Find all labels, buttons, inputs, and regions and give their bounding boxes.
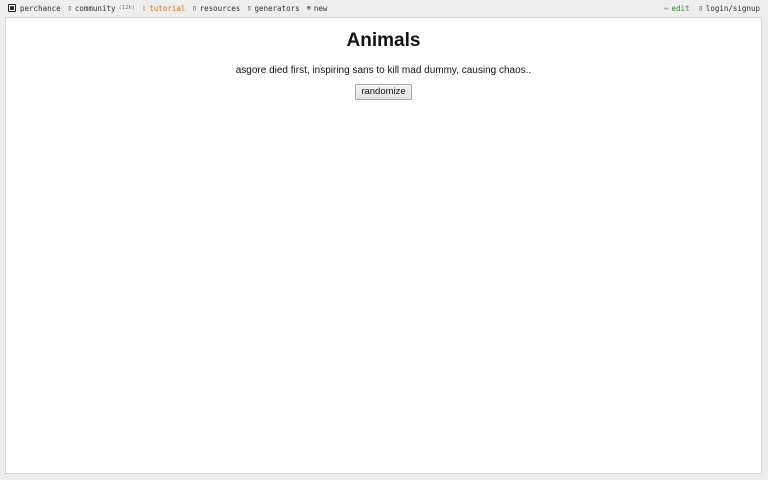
community-icon: ▯	[67, 3, 72, 12]
tutorial-icon: ▯	[142, 3, 147, 12]
login-signup-link[interactable]: ▯ login/signup	[699, 4, 760, 13]
dice-icon	[8, 4, 16, 12]
top-navigation-bar: perchance ▯ community (12h) ▯ tutorial ▯…	[0, 0, 768, 16]
page-title: Animals	[346, 30, 421, 51]
new-label: new	[313, 3, 328, 13]
perchance-home-link[interactable]: perchance	[8, 4, 61, 13]
resources-label: resources	[199, 3, 241, 13]
button-container: randomize	[6, 84, 761, 100]
nav-right-group: ✏ edit ▯ login/signup	[655, 0, 768, 16]
generators-icon: ▯	[247, 3, 252, 12]
pencil-icon: ✏	[664, 3, 669, 12]
resources-icon: ▯	[192, 3, 197, 12]
plus-circle-icon: ⊕	[306, 3, 311, 12]
tutorial-link[interactable]: ▯ tutorial	[142, 4, 185, 13]
nav-left-group: perchance ▯ community (12h) ▯ tutorial ▯…	[0, 0, 334, 16]
login-signup-label: login/signup	[705, 3, 760, 13]
randomize-button[interactable]: randomize	[355, 84, 412, 100]
generator-frame: Animals asgore died first, inspiring san…	[5, 17, 762, 474]
community-activity-count: (12h)	[118, 5, 136, 11]
generators-label: generators	[254, 3, 300, 13]
perchance-label: perchance	[20, 3, 61, 13]
generator-output: asgore died first, inspiring sans to kil…	[235, 65, 532, 76]
community-link[interactable]: ▯ community (12h)	[68, 4, 135, 13]
new-generator-link[interactable]: ⊕ new	[307, 4, 328, 13]
user-icon: ▯	[698, 3, 703, 12]
generators-link[interactable]: ▯ generators	[247, 4, 299, 13]
resources-link[interactable]: ▯ resources	[192, 4, 240, 13]
community-label: community	[74, 3, 116, 13]
edit-link[interactable]: ✏ edit	[664, 4, 689, 13]
edit-label: edit	[671, 3, 690, 13]
tutorial-label: tutorial	[149, 3, 186, 13]
